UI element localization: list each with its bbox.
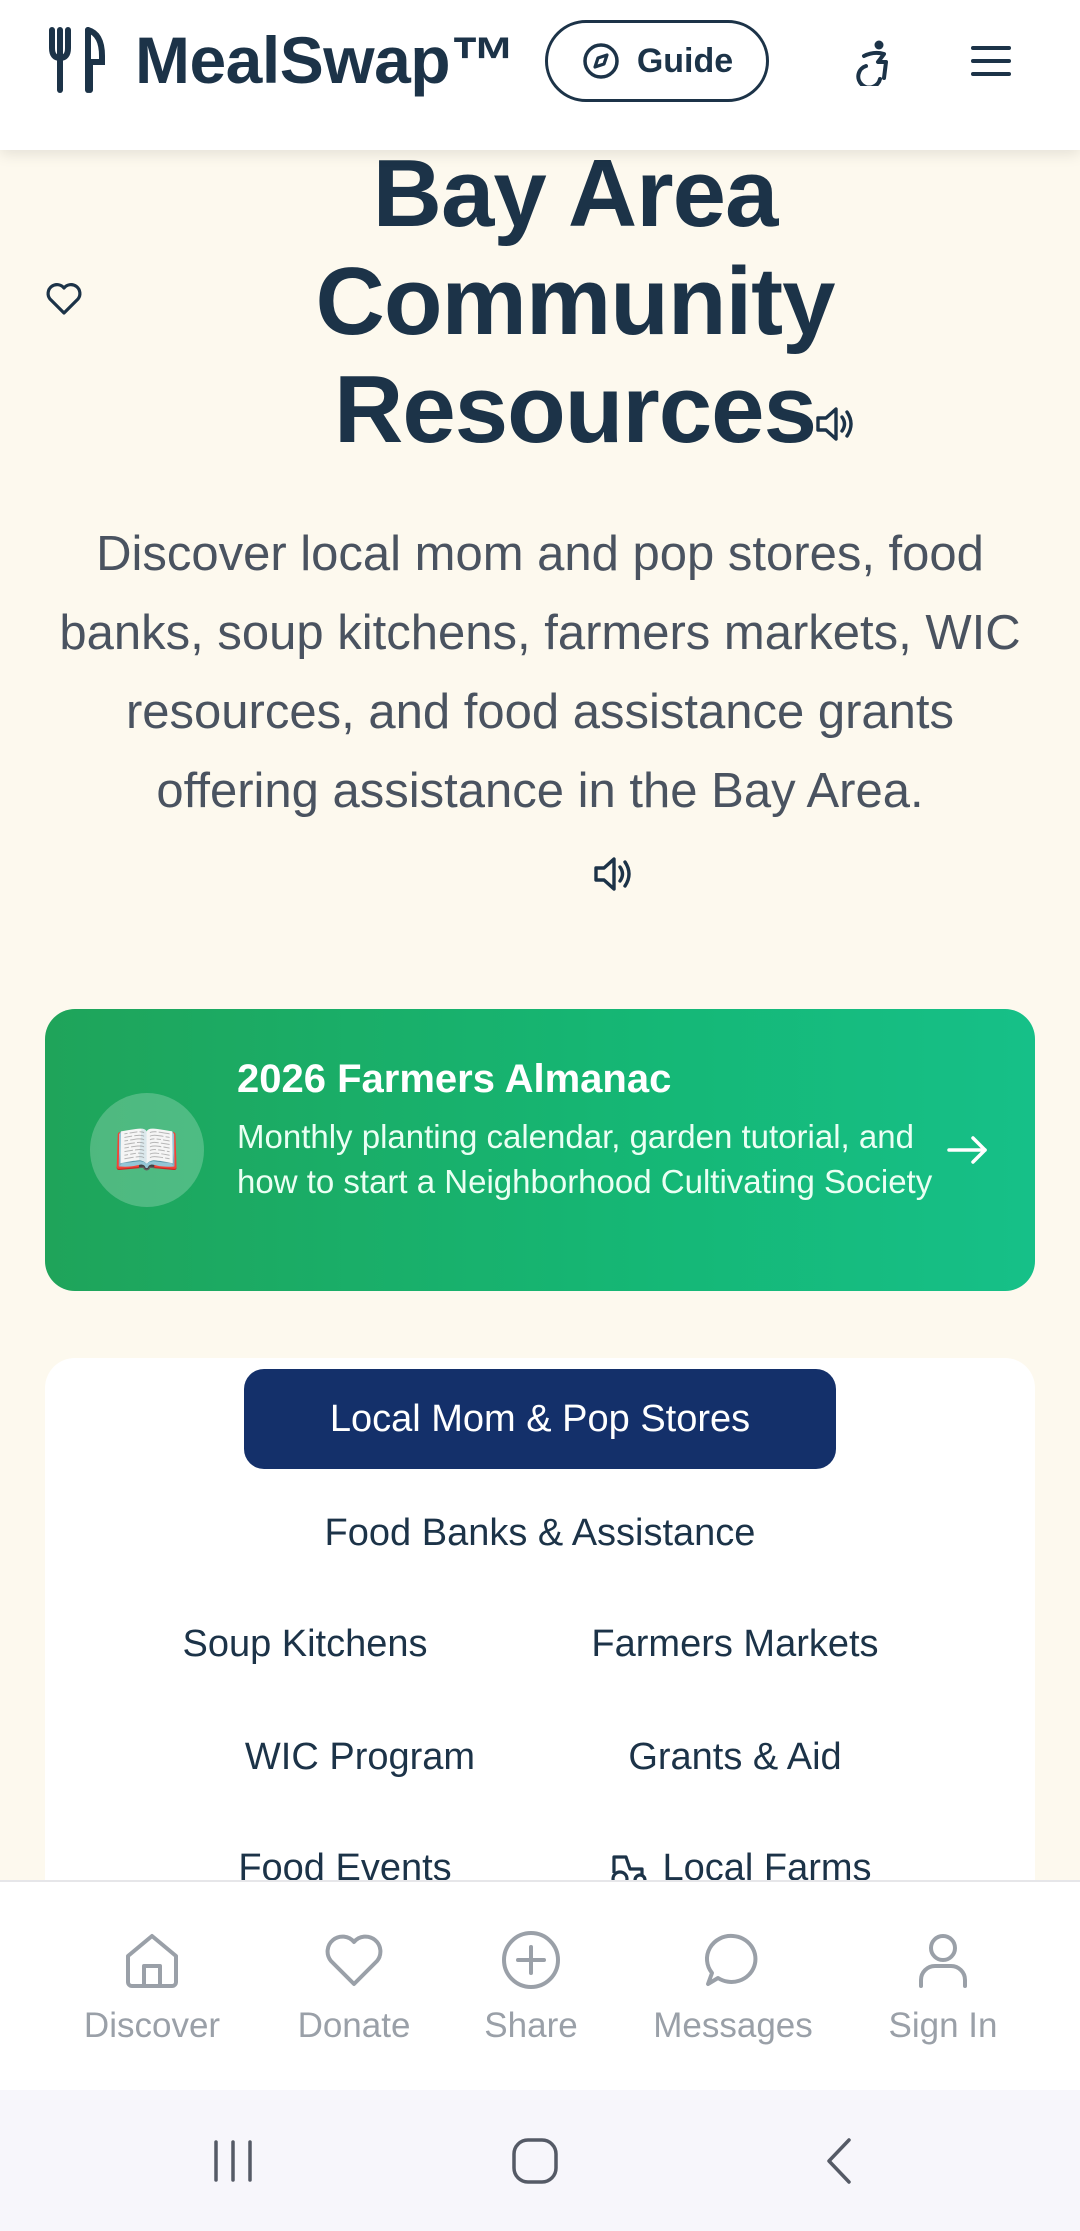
- top-app-bar: MealSwap™ Guide: [0, 0, 1080, 150]
- nav-sign-in[interactable]: Sign In: [863, 1882, 1023, 2092]
- speaker-icon[interactable]: [588, 850, 636, 898]
- heart-icon[interactable]: [44, 278, 84, 318]
- arrow-right-icon: [947, 1136, 987, 1164]
- nav-label: Messages: [653, 2006, 813, 2045]
- nav-label: Discover: [83, 2006, 221, 2045]
- category-wic-program[interactable]: WIC Program: [210, 1707, 510, 1807]
- almanac-title: 2026 Farmers Almanac: [237, 1057, 672, 1101]
- menu-icon[interactable]: [970, 40, 1012, 82]
- page-title: Bay Area Community Resources: [315, 140, 836, 463]
- nav-label: Sign In: [888, 2006, 998, 2045]
- category-local-mom-pop-stores[interactable]: Local Mom & Pop Stores: [244, 1369, 836, 1469]
- home-button-icon[interactable]: [510, 2136, 560, 2186]
- back-icon[interactable]: [815, 2136, 865, 2186]
- speaker-icon[interactable]: [810, 400, 858, 448]
- recent-apps-icon[interactable]: [208, 2136, 258, 2186]
- accessibility-icon[interactable]: [852, 38, 900, 86]
- user-icon: [919, 1934, 967, 1988]
- system-navigation-bar: [0, 2090, 1080, 2231]
- nav-label: Donate: [297, 2006, 411, 2045]
- plus-circle-icon: [502, 1931, 560, 1989]
- guide-button-label: Guide: [636, 41, 734, 80]
- category-food-banks[interactable]: Food Banks & Assistance: [270, 1483, 810, 1583]
- nav-donate[interactable]: Donate: [274, 1882, 434, 2092]
- almanac-description: Monthly planting calendar, garden tutori…: [237, 1118, 933, 1200]
- nav-label: Share: [484, 2006, 578, 2045]
- category-soup-kitchens[interactable]: Soup Kitchens: [155, 1594, 455, 1694]
- guide-button[interactable]: Guide: [545, 20, 769, 102]
- nav-share[interactable]: Share: [451, 1882, 611, 2092]
- chat-icon: [704, 1933, 758, 1986]
- category-farmers-markets[interactable]: Farmers Markets: [565, 1594, 905, 1694]
- almanac-banner[interactable]: 📖 2026 Farmers Almanac Monthly planting …: [45, 1009, 1035, 1291]
- nav-discover[interactable]: Discover: [72, 1882, 232, 2092]
- heart-icon: [325, 1934, 383, 1986]
- bottom-navigation: Discover Donate Share Messages Sign In: [0, 1880, 1080, 2090]
- category-grants-aid[interactable]: Grants & Aid: [605, 1707, 865, 1807]
- book-icon: 📖: [90, 1093, 204, 1207]
- nav-messages[interactable]: Messages: [643, 1882, 823, 2092]
- page-description: Discover local mom and pop stores, food …: [59, 527, 1021, 818]
- brand-name[interactable]: MealSwap™: [135, 22, 516, 98]
- home-icon: [126, 1934, 178, 1988]
- compass-icon: [583, 43, 619, 79]
- fork-knife-icon: [49, 27, 105, 93]
